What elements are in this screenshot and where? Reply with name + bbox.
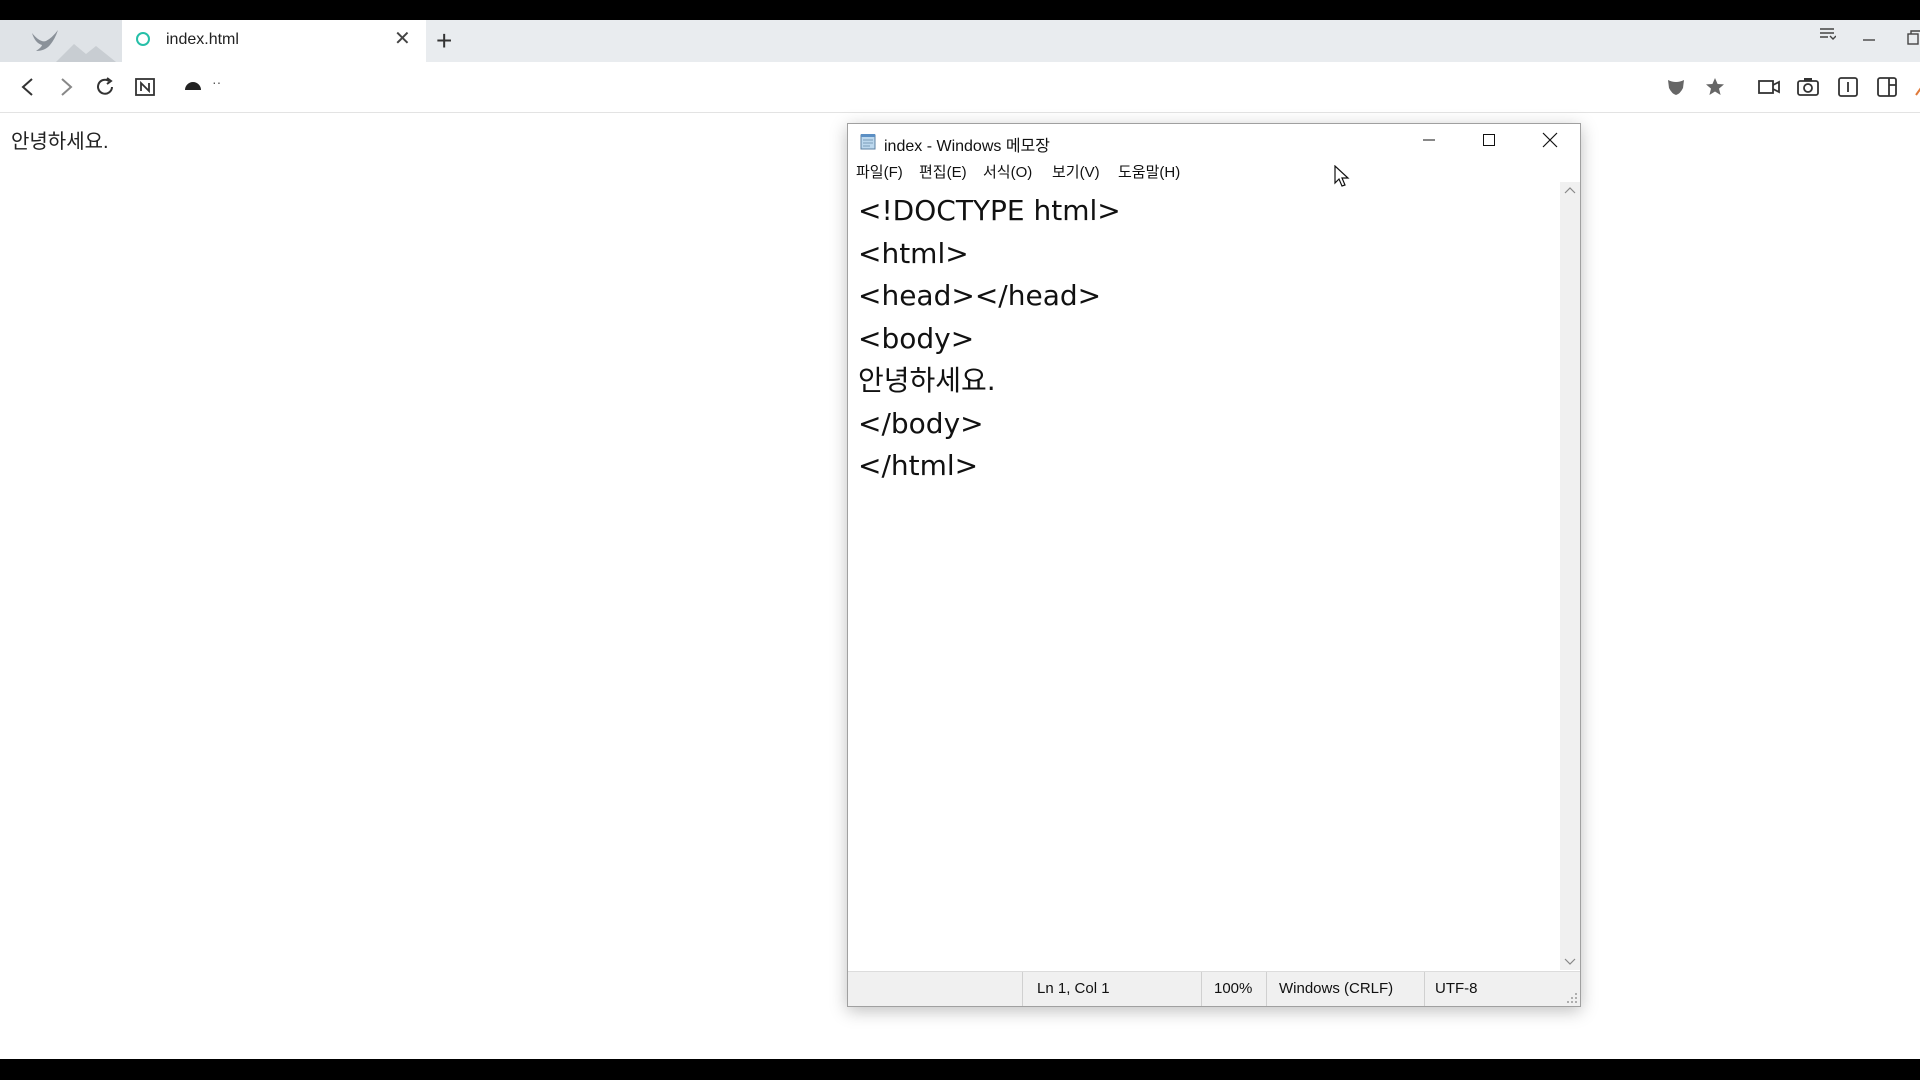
reader-mode-icon [1838, 77, 1858, 97]
resize-grip-icon[interactable] [1566, 992, 1578, 1004]
notepad-title: index - Windows 메모장 [884, 138, 1050, 155]
home-button[interactable] [130, 72, 160, 102]
menu-help[interactable]: 도움말(H) [1118, 161, 1180, 182]
sidebar-button[interactable] [1872, 72, 1902, 102]
close-icon [1542, 132, 1558, 148]
arrow-left-icon [21, 78, 33, 96]
scroll-up-icon[interactable] [1564, 186, 1576, 194]
shield-icon [1668, 80, 1684, 95]
browser-toolbar: ·· [0, 62, 1920, 113]
address-bar[interactable]: ·· [212, 74, 221, 90]
notepad-minimize-button[interactable] [1399, 124, 1459, 156]
site-info-icon[interactable] [183, 78, 203, 92]
page-body-text: 안녕하세요. [11, 131, 109, 153]
menu-view[interactable]: 보기(V) [1052, 161, 1100, 182]
shield-button[interactable] [1661, 72, 1691, 102]
extension-button[interactable] [1906, 72, 1920, 102]
tab-index-html[interactable]: index.html ✕ [122, 20, 426, 62]
notepad-statusbar: Ln 1, Col 1 100% Windows (CRLF) UTF-8 [848, 971, 1580, 1006]
mouse-cursor-icon [1334, 165, 1350, 187]
video-camera-icon [1758, 80, 1780, 94]
tab-title: index.html [166, 31, 239, 48]
new-tab-button[interactable]: + [436, 27, 452, 55]
restore-window-icon[interactable] [1906, 30, 1920, 51]
tab-close-button[interactable]: ✕ [394, 28, 411, 50]
vertical-scrollbar[interactable] [1560, 182, 1580, 970]
screen: index.html ✕ + ·· 안녕하세요. index - Windows… [0, 20, 1920, 1059]
menu-edit[interactable]: 편집(E) [919, 161, 967, 182]
notepad-content[interactable]: <!DOCTYPE html> <html> <head></head> <bo… [858, 190, 1121, 488]
notepad-titlebar[interactable]: index - Windows 메모장 [848, 124, 1580, 156]
status-line-ending: Windows (CRLF) [1279, 980, 1394, 997]
forward-button[interactable] [51, 72, 81, 102]
video-button[interactable] [1754, 72, 1784, 102]
bookmark-button[interactable] [1700, 72, 1730, 102]
naver-home-icon [135, 78, 155, 96]
status-divider [1201, 972, 1202, 1006]
reader-button[interactable] [1833, 72, 1863, 102]
notepad-close-button[interactable] [1520, 124, 1580, 156]
loading-icon [136, 32, 150, 46]
menu-file[interactable]: 파일(F) [856, 161, 903, 182]
browser-tabbar: index.html ✕ + [0, 20, 1920, 62]
pencil-icon [1915, 87, 1920, 96]
tab-list-icon[interactable] [1818, 26, 1837, 47]
minimize-icon [1423, 139, 1435, 141]
notepad-app-icon [860, 134, 876, 150]
menu-format[interactable]: 서식(O) [983, 161, 1032, 182]
pinned-tab[interactable] [0, 20, 122, 62]
sidebar-icon [1877, 77, 1897, 97]
screenshot-button[interactable] [1793, 72, 1823, 102]
landscape-icon [56, 44, 116, 62]
star-icon [1706, 78, 1724, 95]
notepad-maximize-button[interactable] [1459, 124, 1519, 156]
scroll-down-icon[interactable] [1564, 958, 1576, 966]
status-zoom: 100% [1214, 980, 1253, 997]
status-divider [1424, 972, 1425, 1006]
arrow-right-icon [61, 78, 73, 96]
reload-button[interactable] [90, 72, 120, 102]
status-divider [1266, 972, 1267, 1006]
maximize-icon [1483, 134, 1495, 146]
status-divider [1022, 972, 1023, 1006]
minimize-window-icon[interactable] [1861, 30, 1877, 51]
notepad-text-area[interactable]: <!DOCTYPE html> <html> <head></head> <bo… [848, 182, 1560, 970]
camera-icon [1797, 78, 1819, 96]
notepad-window[interactable]: index - Windows 메모장 파일(F) 편집(E) 서식(O) 보기… [847, 123, 1581, 1007]
back-button[interactable] [13, 72, 43, 102]
notepad-menubar: 파일(F) 편집(E) 서식(O) 보기(V) 도움말(H) [848, 156, 1580, 182]
reload-icon [97, 77, 113, 95]
status-encoding: UTF-8 [1435, 980, 1478, 997]
status-position: Ln 1, Col 1 [1037, 980, 1110, 997]
